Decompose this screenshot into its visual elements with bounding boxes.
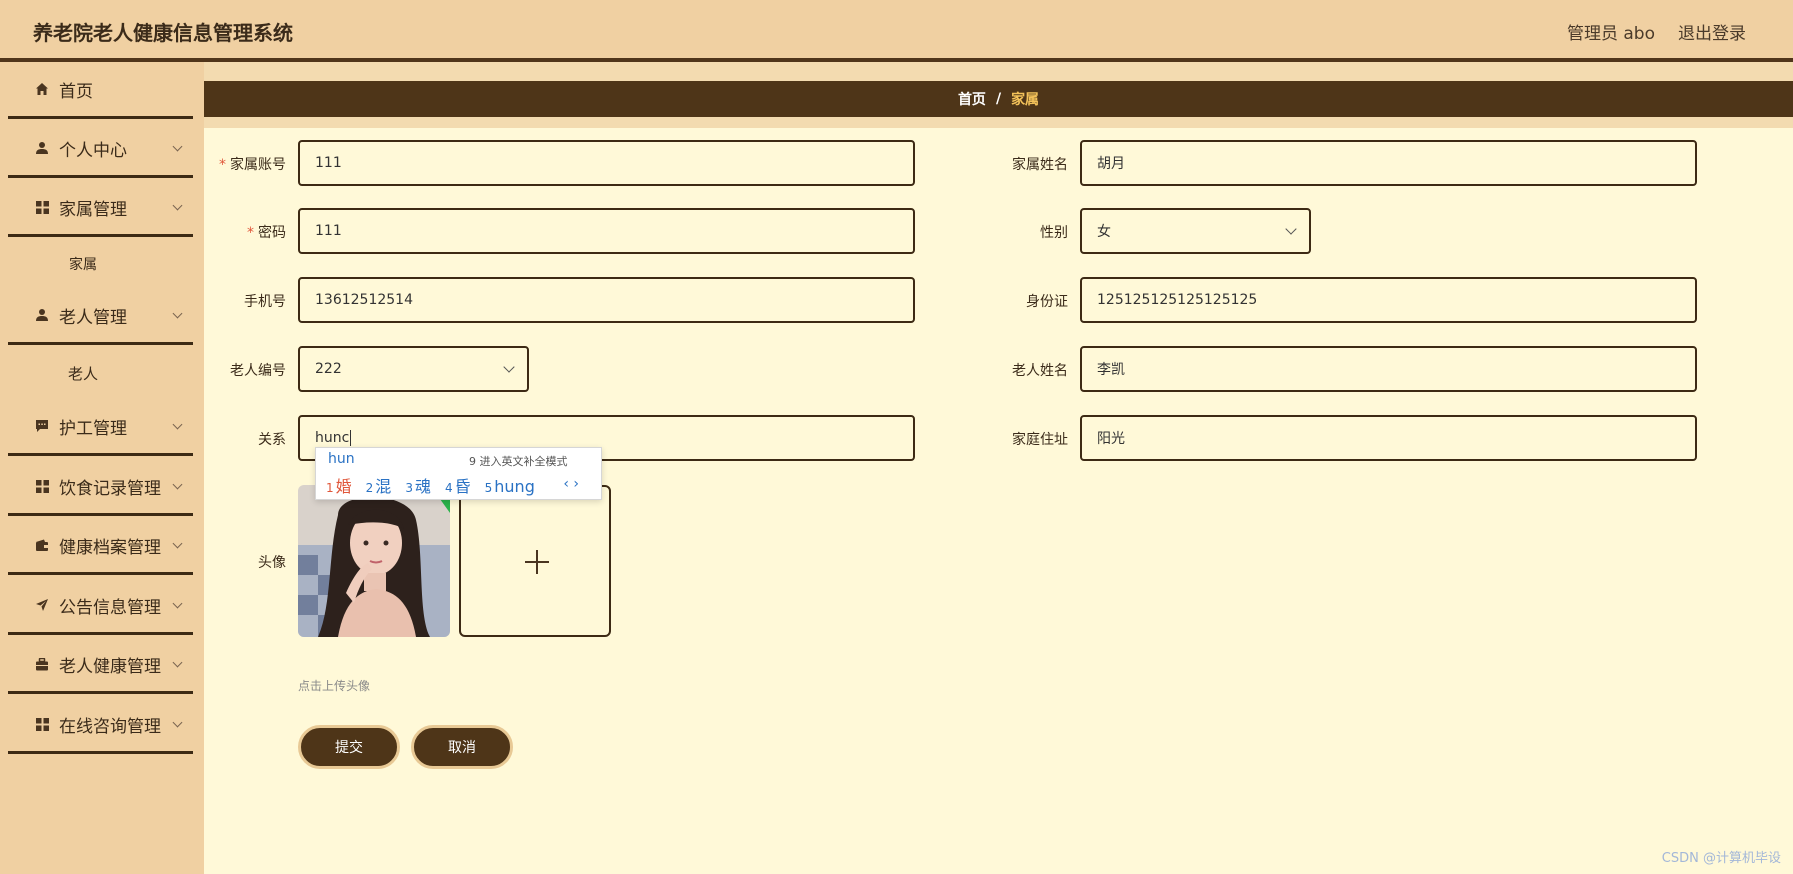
top-bar: 养老院老人健康信息管理系统 管理员 abo 退出登录 (0, 0, 1793, 62)
briefcase-icon (33, 657, 51, 671)
sidebar-item-label: 护工管理 (59, 418, 127, 439)
sidebar-item-health-records[interactable]: 健康档案管理 (8, 518, 193, 575)
id-card-input[interactable]: 125125125125125125 (1080, 277, 1697, 323)
chevron-down-icon (172, 598, 183, 609)
sidebar-item-label: 饮食记录管理 (59, 478, 161, 499)
ime-candidate[interactable]: 2混 (366, 473, 392, 497)
sidebar-item-elder-health[interactable]: 老人健康管理 (8, 637, 193, 694)
chevron-down-icon (172, 200, 183, 211)
sidebar-item-label: 在线咨询管理 (59, 716, 161, 737)
ime-composition: hun (328, 451, 355, 467)
sidebar-item-label: 首页 (59, 81, 93, 102)
sidebar-item-announcements[interactable]: 公告信息管理 (8, 578, 193, 635)
chevron-down-icon (1285, 223, 1297, 235)
chevron-down-icon (172, 141, 183, 152)
relation-value: hunc (315, 430, 350, 446)
phone-label: 手机号 (244, 294, 286, 310)
breadcrumb-strip: 首页 / 家属 (204, 62, 1793, 128)
chat-icon (33, 419, 51, 433)
ime-hint: 9 进入英文补全模式 (469, 455, 568, 468)
ime-candidate[interactable]: 3魂 (405, 473, 431, 497)
address-label: 家庭住址 (1012, 432, 1068, 448)
sidebar-item-label: 公告信息管理 (59, 597, 161, 618)
chevron-down-icon (172, 538, 183, 549)
grid-icon (33, 479, 51, 493)
user-icon (33, 308, 51, 322)
avatar-label: 头像 (258, 555, 286, 571)
phone-input[interactable]: 13612512514 (298, 277, 915, 323)
cancel-button[interactable]: 取消 (411, 725, 513, 769)
avatar-image[interactable] (298, 485, 450, 637)
chevron-down-icon (172, 419, 183, 430)
family-name-label: 家属姓名 (1012, 157, 1068, 173)
grid-icon (33, 200, 51, 214)
app-title: 养老院老人健康信息管理系统 (33, 21, 293, 45)
plus-icon-vertical (536, 550, 538, 574)
logout-link[interactable]: 退出登录 (1678, 19, 1746, 44)
gender-value: 女 (1097, 224, 1111, 240)
ime-candidate-list: 1婚 2混 3魂 4昏 5 hung (326, 473, 549, 497)
sidebar-item-personal[interactable]: 个人中心 (8, 121, 193, 178)
sidebar-item-label: 个人中心 (59, 140, 127, 161)
home-icon (33, 82, 51, 96)
family-account-input[interactable]: 111 (298, 140, 915, 186)
text-cursor (350, 430, 352, 446)
elder-no-value: 222 (315, 361, 342, 377)
wallet-icon (33, 539, 51, 552)
sidebar-item-diet[interactable]: 饮食记录管理 (8, 459, 193, 516)
breadcrumb-home[interactable]: 首页 (958, 89, 986, 109)
breadcrumb-current: 家属 (1011, 92, 1040, 108)
sidebar-item-elders[interactable]: 老人管理 (8, 288, 193, 345)
sidebar-item-home[interactable]: 首页 (8, 62, 193, 119)
gender-select[interactable]: 女 (1080, 208, 1311, 254)
id-card-label: 身份证 (1026, 294, 1068, 310)
family-name-input[interactable]: 胡月 (1080, 140, 1697, 186)
ime-candidate[interactable]: 1婚 (326, 473, 352, 497)
chevron-down-icon (172, 308, 183, 319)
send-icon (33, 598, 51, 612)
breadcrumb-separator: / (995, 91, 1002, 107)
breadcrumb: 首页 / 家属 (204, 81, 1793, 117)
ime-pager[interactable]: ‹ › (563, 476, 579, 492)
password-input[interactable]: 111 (298, 208, 915, 254)
gender-label: 性别 (1040, 225, 1068, 241)
sidebar-item-family[interactable]: 家属管理 (8, 180, 193, 237)
chevron-down-icon (172, 657, 183, 668)
elder-no-label: 老人编号 (230, 363, 286, 379)
elder-name-input[interactable]: 李凯 (1080, 346, 1697, 392)
sidebar-subitem-elder[interactable]: 老人 (8, 363, 193, 384)
sidebar: 首页 个人中心 家属管理 家属 老人管理 老人 护工管理 饮食记录管理 健康档案… (0, 62, 204, 874)
sidebar-item-label: 老人健康管理 (59, 656, 161, 677)
admin-label: 管理员 abo (1566, 24, 1655, 44)
sidebar-item-label: 老人管理 (59, 307, 127, 328)
sidebar-item-label: 家属管理 (59, 199, 127, 220)
ime-candidate[interactable]: 5 hung (485, 477, 535, 496)
grid-icon (33, 717, 51, 731)
sidebar-subitem-family[interactable]: 家属 (8, 254, 193, 274)
chevron-down-icon (503, 361, 515, 373)
elder-no-select[interactable]: 222 (298, 346, 529, 392)
address-input[interactable]: 阳光 (1080, 415, 1697, 461)
sidebar-item-caregivers[interactable]: 护工管理 (8, 399, 193, 456)
submit-button[interactable]: 提交 (298, 725, 400, 769)
chevron-down-icon (172, 479, 183, 490)
avatar-upload-hint: 点击上传头像 (298, 679, 371, 693)
password-label: * 密码 (247, 225, 286, 241)
sidebar-item-consultation[interactable]: 在线咨询管理 (8, 697, 193, 754)
avatar-upload-button[interactable] (459, 485, 611, 637)
ime-candidate-window: hun 9 进入英文补全模式 1婚 2混 3魂 4昏 5 hung ‹ › (315, 447, 602, 500)
family-account-label: * 家属账号 (219, 157, 286, 173)
user-icon (33, 141, 51, 155)
watermark: CSDN @计算机毕设 (1661, 851, 1781, 866)
ime-candidate[interactable]: 4昏 (445, 473, 471, 497)
relation-label: 关系 (258, 432, 286, 448)
sidebar-item-label: 健康档案管理 (59, 537, 161, 558)
elder-name-label: 老人姓名 (1012, 363, 1068, 379)
chevron-down-icon (172, 717, 183, 728)
